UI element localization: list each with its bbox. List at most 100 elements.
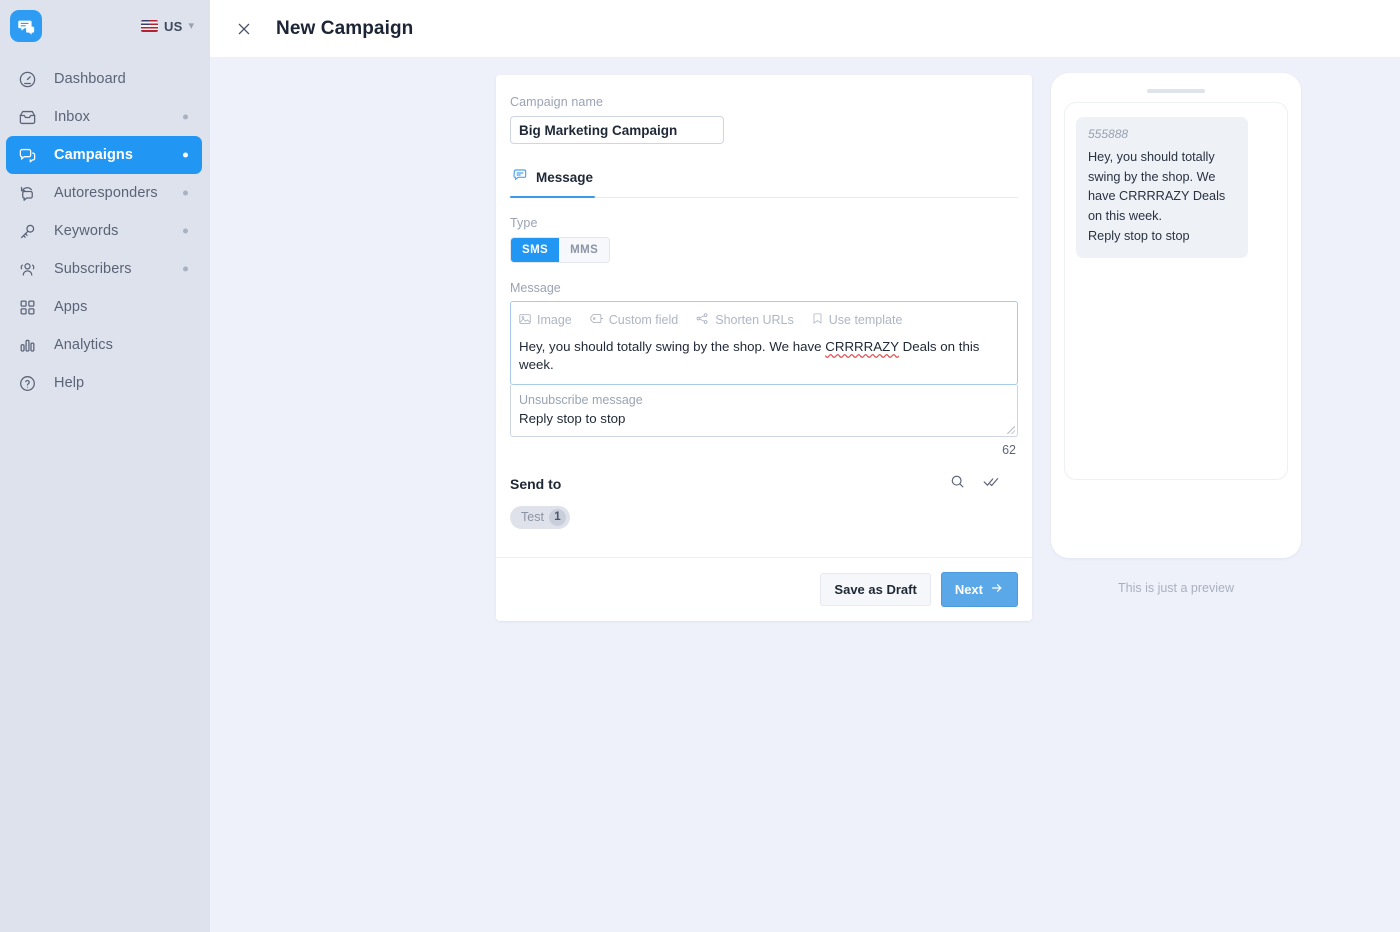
sidebar-item-label: Autoresponders [54, 185, 158, 201]
region-label: US [164, 19, 182, 34]
image-icon [518, 312, 532, 329]
recipient-chip-list: Test 1 [510, 506, 1018, 557]
type-option-mms[interactable]: MMS [559, 238, 609, 262]
shorten-urls-button[interactable]: Shorten URLs [695, 311, 794, 329]
sidebar-item-label: Apps [54, 299, 87, 315]
tool-label: Use template [829, 313, 903, 327]
sidebar-item-analytics[interactable]: Analytics [6, 326, 202, 364]
page-title: New Campaign [276, 18, 413, 40]
sidebar-item-label: Dashboard [54, 71, 126, 87]
sidebar-item-label: Subscribers [54, 261, 132, 277]
campaign-name-input[interactable] [510, 116, 724, 144]
message-bubble-icon [512, 167, 528, 188]
tab-message[interactable]: Message [510, 167, 595, 197]
sidebar-nav: Dashboard Inbox Campaigns [0, 60, 210, 402]
type-label: Type [510, 216, 1018, 230]
sidebar-item-dashboard[interactable]: Dashboard [6, 60, 202, 98]
arrow-right-icon [990, 581, 1004, 598]
sidebar-item-help[interactable]: Help [6, 364, 202, 402]
tool-label: Image [537, 313, 572, 327]
tab-label: Message [536, 170, 593, 185]
sidebar-item-label: Inbox [54, 109, 90, 125]
message-label: Message [510, 281, 1018, 295]
unsubscribe-label: Unsubscribe message [519, 393, 1009, 407]
phone-speaker-notch [1147, 89, 1205, 93]
use-template-button[interactable]: Use template [811, 312, 903, 328]
phone-preview: 555888 Hey, you should totally swing by … [1051, 73, 1301, 558]
sidebar-item-autoresponders[interactable]: Autoresponders [6, 174, 202, 212]
region-selector[interactable]: US ▾ [141, 19, 194, 34]
send-to-header: Send to [510, 473, 1018, 495]
sidebar-item-keywords[interactable]: Keywords [6, 212, 202, 250]
help-circle-icon [16, 372, 38, 394]
send-to-title: Send to [510, 476, 561, 492]
preview-note: This is just a preview [1051, 581, 1301, 595]
phone-screen: 555888 Hey, you should totally swing by … [1064, 102, 1288, 480]
type-section: Type SMS MMS [510, 198, 1018, 263]
sidebar-header: US ▾ [0, 0, 210, 52]
subscribers-icon [16, 258, 38, 280]
app-root: US ▾ Dashboard Inbox [0, 0, 1400, 932]
form-tabs: Message [510, 167, 1018, 198]
speedometer-icon [16, 68, 38, 90]
apps-grid-icon [16, 296, 38, 318]
share-nodes-icon [695, 311, 710, 329]
close-icon[interactable] [234, 19, 254, 39]
insert-image-button[interactable]: Image [518, 312, 572, 329]
main-area: New Campaign Campaign name Message [210, 0, 1400, 932]
sidebar: US ▾ Dashboard Inbox [0, 0, 210, 932]
preview-unsubscribe: Reply stop to stop [1088, 227, 1236, 247]
character-count: 62 [510, 443, 1018, 457]
save-as-draft-button[interactable]: Save as Draft [820, 573, 930, 606]
tool-label: Custom field [609, 313, 678, 327]
chat-bubble-logo-icon[interactable] [10, 10, 42, 42]
autoresponder-icon [16, 182, 38, 204]
unsubscribe-text[interactable]: Reply stop to stop [519, 411, 1009, 426]
tool-label: Shorten URLs [715, 313, 794, 327]
send-to-actions [949, 473, 1018, 495]
message-text[interactable]: Hey, you should totally swing by the sho… [518, 338, 1010, 374]
type-toggle-group: SMS MMS [510, 237, 610, 263]
composer-toolbar: Image Custom field [518, 311, 1010, 329]
sidebar-item-apps[interactable]: Apps [6, 288, 202, 326]
sidebar-item-subscribers[interactable]: Subscribers [6, 250, 202, 288]
status-dot [183, 153, 188, 158]
us-flag-icon [141, 20, 158, 32]
search-icon[interactable] [949, 473, 966, 495]
content-area: Campaign name Message Type S [210, 57, 1400, 932]
recipient-count: 1 [549, 509, 566, 526]
resize-handle[interactable] [1007, 426, 1015, 434]
recipient-chip[interactable]: Test 1 [510, 506, 570, 529]
status-dot [183, 115, 188, 120]
chevron-down-icon: ▾ [188, 21, 194, 32]
topbar: New Campaign [210, 0, 1400, 57]
message-text-pre: Hey, you should totally swing by the sho… [519, 339, 825, 354]
status-dot [183, 191, 188, 196]
recipient-name: Test [521, 510, 544, 524]
sidebar-item-label: Analytics [54, 337, 113, 353]
inbox-icon [16, 106, 38, 128]
campaigns-icon [16, 144, 38, 166]
next-button[interactable]: Next [941, 572, 1018, 607]
analytics-icon [16, 334, 38, 356]
preview-message-bubble: 555888 Hey, you should totally swing by … [1076, 117, 1248, 258]
preview-body: Hey, you should totally swing by the sho… [1088, 148, 1236, 227]
campaign-name-label: Campaign name [510, 95, 1018, 109]
status-dot [183, 267, 188, 272]
sidebar-item-campaigns[interactable]: Campaigns [6, 136, 202, 174]
message-composer[interactable]: Image Custom field [510, 301, 1018, 385]
campaign-form-body: Campaign name Message Type S [496, 75, 1032, 557]
sidebar-item-inbox[interactable]: Inbox [6, 98, 202, 136]
sidebar-item-label: Keywords [54, 223, 118, 239]
insert-custom-field-button[interactable]: Custom field [589, 311, 678, 329]
unsubscribe-box[interactable]: Unsubscribe message Reply stop to stop [510, 385, 1018, 437]
next-button-label: Next [955, 582, 983, 597]
select-all-check-icon[interactable] [982, 473, 1002, 495]
bookmark-icon [811, 312, 824, 328]
type-option-sms[interactable]: SMS [511, 238, 559, 262]
tag-icon [589, 311, 604, 329]
sidebar-item-label: Campaigns [54, 147, 133, 163]
preview-sender: 555888 [1088, 127, 1236, 141]
status-dot [183, 229, 188, 234]
campaign-form-card: Campaign name Message Type S [496, 75, 1032, 621]
